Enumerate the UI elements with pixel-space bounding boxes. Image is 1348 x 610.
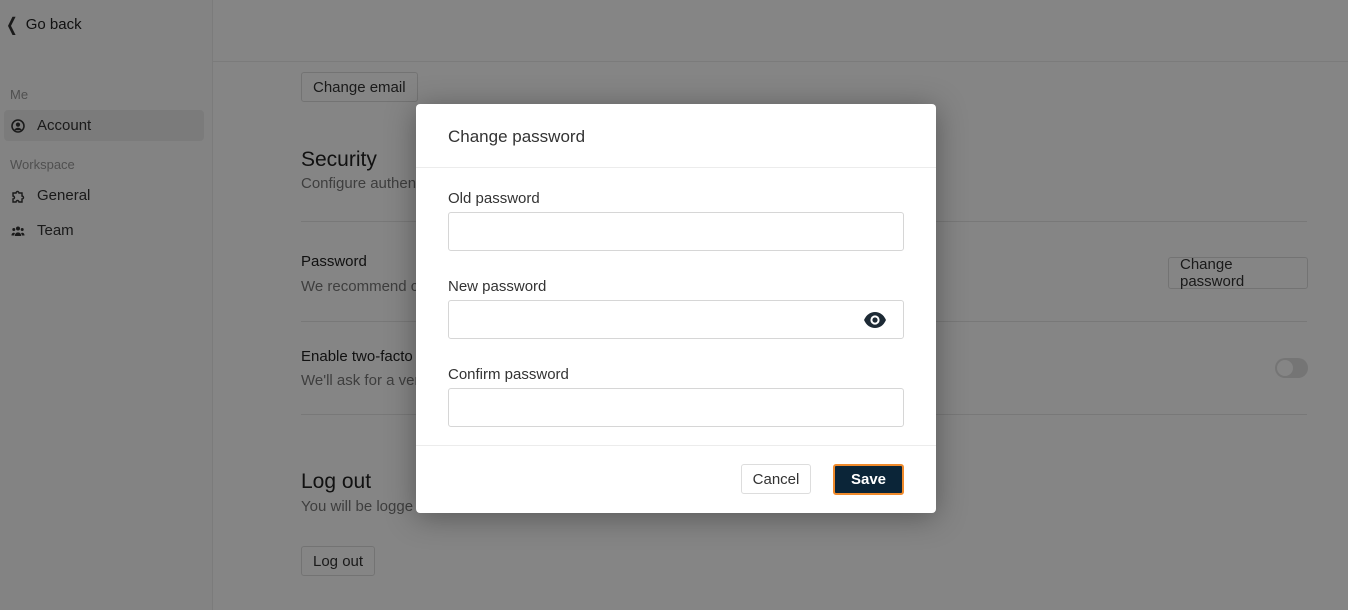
old-password-input[interactable] xyxy=(449,213,903,250)
old-password-field[interactable] xyxy=(448,212,904,251)
confirm-password-field[interactable] xyxy=(448,388,904,427)
change-password-modal: Change password Old password New passwor… xyxy=(416,104,936,513)
eye-icon[interactable] xyxy=(863,311,887,329)
cancel-button[interactable]: Cancel xyxy=(741,464,811,494)
modal-footer: Cancel Save xyxy=(416,445,936,513)
new-password-label: New password xyxy=(448,278,547,295)
new-password-input[interactable] xyxy=(449,301,903,338)
new-password-field[interactable] xyxy=(448,300,904,339)
old-password-label: Old password xyxy=(448,190,540,207)
confirm-password-input[interactable] xyxy=(449,389,903,426)
save-button[interactable]: Save xyxy=(833,464,904,495)
confirm-password-label: Confirm password xyxy=(448,366,569,383)
modal-title: Change password xyxy=(416,104,936,168)
